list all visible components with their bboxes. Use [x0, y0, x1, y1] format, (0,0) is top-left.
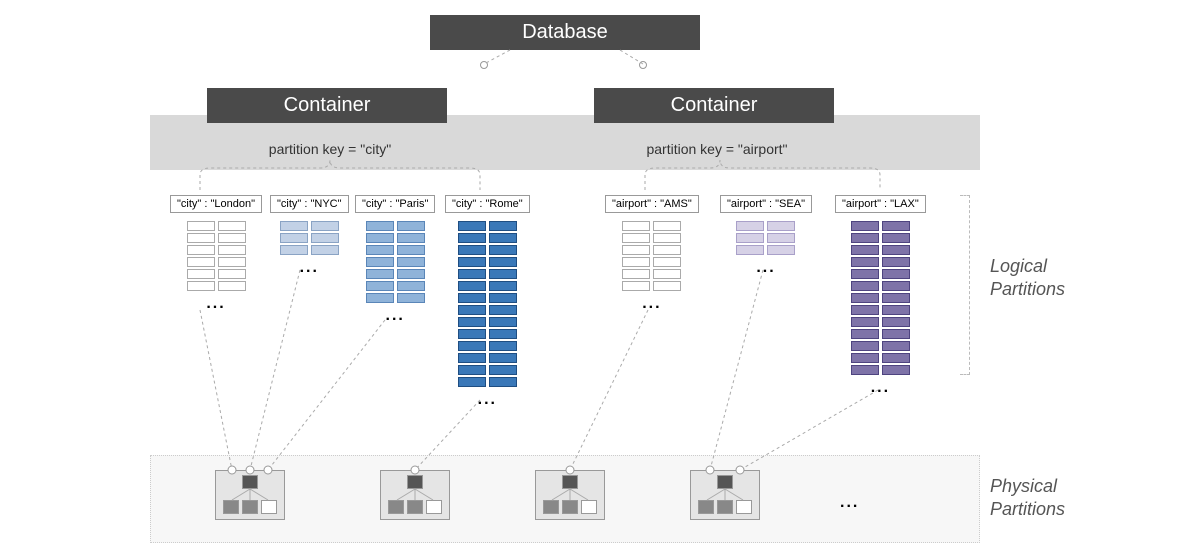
dots: ... — [386, 307, 405, 325]
partition-paris: "city" : "Paris" ... — [355, 195, 435, 325]
partition-label: "city" : "NYC" — [270, 195, 349, 213]
container-box-1: Container — [207, 88, 447, 123]
partition-label: "city" : "Rome" — [445, 195, 530, 213]
partition-label: "city" : "London" — [170, 195, 262, 213]
conn-dot — [480, 61, 488, 69]
physical-partition-2 — [360, 470, 470, 530]
dots: ... — [206, 295, 225, 313]
container-box-2: Container — [594, 88, 834, 123]
partition-label: "city" : "Paris" — [355, 195, 435, 213]
conn-dot — [639, 61, 647, 69]
partition-rome: "city" : "Rome" ... — [445, 195, 530, 409]
physical-partition-4 — [670, 470, 780, 530]
dots: ... — [871, 379, 890, 397]
logical-bracket — [960, 195, 970, 375]
partition-key-2: partition key = "airport" — [587, 135, 847, 163]
partition-ams: "airport" : "AMS" ... — [605, 195, 699, 313]
partition-key-1: partition key = "city" — [200, 135, 460, 163]
partition-label: "airport" : "LAX" — [835, 195, 926, 213]
dots: ... — [642, 295, 661, 313]
dots: ... — [478, 391, 497, 409]
partition-lax: "airport" : "LAX" ... — [835, 195, 926, 397]
partition-london: "city" : "London" ... — [170, 195, 262, 313]
physical-dots: ... — [840, 494, 859, 512]
physical-partitions-label: Physical Partitions — [990, 475, 1110, 522]
partition-label: "airport" : "AMS" — [605, 195, 699, 213]
dots: ... — [300, 259, 319, 277]
logical-partitions-label: Logical Partitions — [990, 255, 1110, 302]
physical-partition-3 — [515, 470, 625, 530]
partition-sea: "airport" : "SEA" ... — [720, 195, 812, 277]
partition-nyc: "city" : "NYC" ... — [270, 195, 349, 277]
dots: ... — [756, 259, 775, 277]
partition-label: "airport" : "SEA" — [720, 195, 812, 213]
physical-partition-1 — [195, 470, 305, 530]
database-box: Database — [430, 15, 700, 50]
